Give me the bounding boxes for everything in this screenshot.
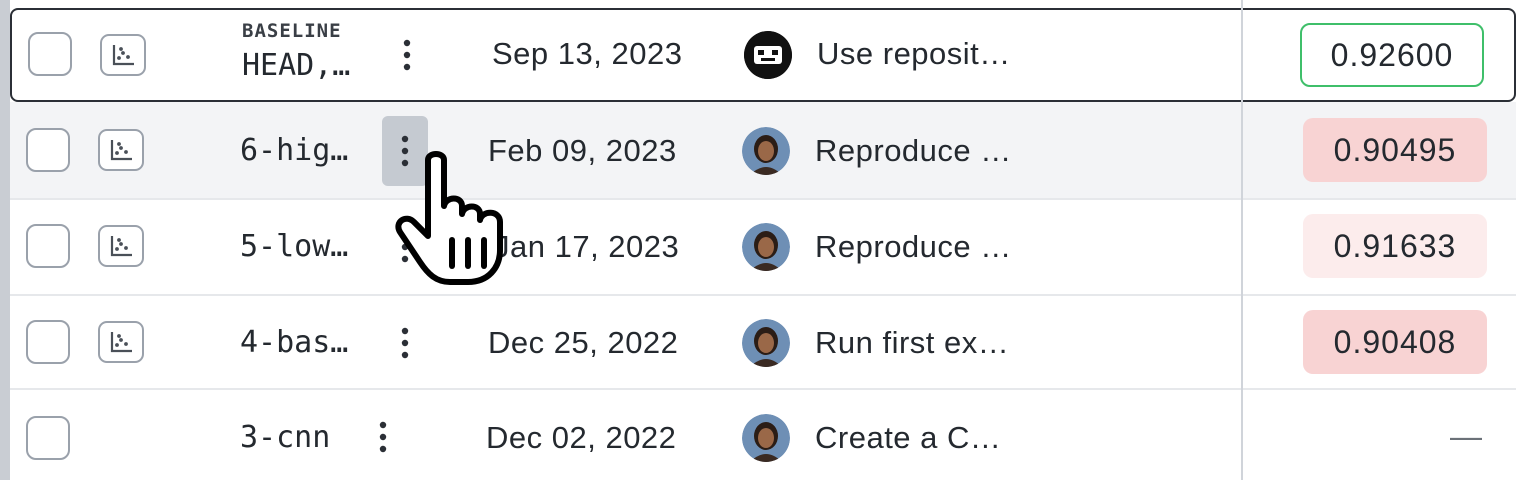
- user-avatar: [742, 223, 790, 271]
- bot-avatar: [744, 31, 792, 79]
- commit-message[interactable]: Create a C…: [815, 420, 1001, 456]
- column-divider[interactable]: [1241, 0, 1243, 480]
- table-row[interactable]: 5-low… Jan 17, 2023 Reproduce … 0.91633: [10, 200, 1516, 296]
- baseline-label: BASELINE: [242, 20, 342, 42]
- user-avatar: [742, 319, 790, 367]
- plot-toggle-button[interactable]: [100, 34, 146, 76]
- row-menu-button[interactable]: [384, 20, 430, 90]
- left-panel-edge: [0, 0, 10, 480]
- metric-value: 0.90495: [1303, 118, 1487, 182]
- row-menu-button[interactable]: [360, 402, 406, 472]
- table-row[interactable]: 6-hig… Feb 09, 2023 Reproduce … 0.90495: [10, 102, 1516, 200]
- kebab-menu-icon: [379, 421, 387, 453]
- plot-toggle-button[interactable]: [98, 225, 144, 267]
- row-checkbox[interactable]: [26, 320, 70, 364]
- experiment-name[interactable]: 6-hig…: [240, 133, 348, 168]
- experiment-name[interactable]: 5-low…: [240, 229, 348, 264]
- row-checkbox[interactable]: [28, 32, 72, 76]
- table-row[interactable]: 4-bas… Dec 25, 2022 Run first ex… 0.9040…: [10, 296, 1516, 390]
- row-checkbox[interactable]: [26, 224, 70, 268]
- table-row[interactable]: 3-cnn Dec 02, 2022 Create a C… —: [10, 390, 1516, 482]
- commit-message[interactable]: Reproduce …: [815, 229, 1012, 265]
- table-row-baseline[interactable]: BASELINE HEAD,… Sep 13, 2023 Use reposit…: [10, 8, 1516, 102]
- metric-value-empty: —: [1450, 418, 1482, 454]
- commit-date: Sep 13, 2023: [492, 36, 683, 71]
- experiment-name[interactable]: 4-bas…: [240, 325, 348, 360]
- plot-toggle-button[interactable]: [98, 321, 144, 363]
- scatter-plot-icon: [112, 45, 134, 66]
- commit-message[interactable]: Reproduce …: [815, 133, 1012, 169]
- plot-toggle-button[interactable]: [98, 129, 144, 171]
- hand-pointer-cursor: [395, 151, 503, 285]
- experiment-name[interactable]: 3-cnn: [240, 420, 330, 455]
- row-checkbox[interactable]: [26, 416, 70, 460]
- scatter-plot-icon: [110, 332, 132, 353]
- experiment-name[interactable]: HEAD,…: [242, 48, 350, 83]
- metric-value: 0.90408: [1303, 310, 1487, 374]
- kebab-menu-icon: [403, 39, 411, 71]
- commit-message[interactable]: Run first ex…: [815, 325, 1009, 361]
- row-menu-button[interactable]: [382, 308, 428, 378]
- commit-date: Dec 25, 2022: [488, 325, 679, 360]
- commit-message[interactable]: Use reposit…: [817, 36, 1011, 72]
- scatter-plot-icon: [110, 140, 132, 161]
- kebab-menu-icon: [401, 327, 409, 359]
- scatter-plot-icon: [110, 236, 132, 257]
- metric-value: 0.92600: [1300, 23, 1484, 87]
- user-avatar: [742, 414, 790, 462]
- row-checkbox[interactable]: [26, 128, 70, 172]
- commit-date: Dec 02, 2022: [486, 420, 677, 455]
- user-avatar: [742, 127, 790, 175]
- metric-value: 0.91633: [1303, 214, 1487, 278]
